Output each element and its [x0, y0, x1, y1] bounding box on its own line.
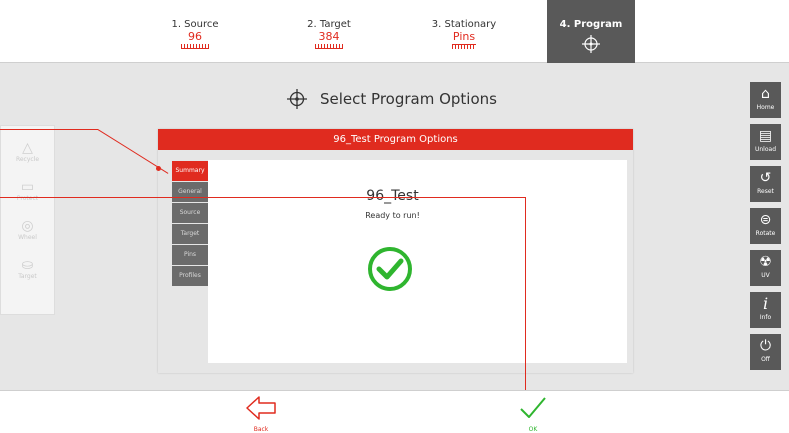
unload-button[interactable]: ▤ Unload	[750, 124, 781, 160]
left-item-label: Recycle	[15, 156, 40, 163]
ready-check-icon	[368, 247, 412, 291]
callout-line	[0, 197, 526, 198]
tab-pins[interactable]: Pins	[172, 245, 208, 265]
program-name: 96_Test	[366, 188, 419, 204]
tab-target[interactable]: Target	[172, 224, 208, 244]
left-item-recycle[interactable]: △ Recycle	[1, 140, 54, 163]
tab-summary[interactable]: Summary	[172, 161, 208, 181]
unload-icon: ▤	[758, 128, 773, 144]
tab-source[interactable]: Source	[172, 203, 208, 223]
tab-general[interactable]: General	[172, 182, 208, 202]
back-button[interactable]: Back	[245, 395, 277, 433]
target-icon: ⛀	[21, 257, 34, 273]
reset-icon: ↺	[759, 170, 772, 186]
pins-icon	[452, 44, 476, 49]
step-target-label: 2. Target	[307, 19, 351, 30]
tab-profiles[interactable]: Profiles	[172, 266, 208, 286]
program-options-dialog: 96_Test Program Options Summary General …	[158, 129, 633, 373]
step-stationary[interactable]: 3. Stationary Pins	[419, 0, 509, 63]
step-bar: 1. Source 96 2. Target 384 3. Stationary…	[0, 0, 789, 63]
step-program[interactable]: 4. Program	[547, 0, 635, 63]
plate-384-icon	[315, 44, 343, 49]
info-label: Info	[759, 314, 772, 321]
reset-label: Reset	[757, 188, 774, 195]
power-icon: ⏻	[759, 338, 772, 354]
crosshair-icon	[582, 35, 600, 53]
wheel-icon: ◎	[21, 218, 34, 234]
rotate-icon: ⊜	[759, 212, 772, 228]
plate-96-icon	[181, 44, 209, 49]
dialog-header: 96_Test Program Options	[158, 129, 633, 150]
home-icon: ⌂	[761, 86, 770, 102]
rotate-label: Rotate	[755, 230, 776, 237]
ready-status: Ready to run!	[365, 211, 420, 220]
step-source-value: 96	[188, 30, 202, 43]
unload-label: Unload	[754, 146, 777, 153]
info-icon: i	[762, 294, 769, 313]
step-source[interactable]: 1. Source 96	[150, 0, 240, 63]
rotate-button[interactable]: ⊜ Rotate	[750, 208, 781, 244]
power-button[interactable]: ⏻ Off	[750, 334, 781, 370]
dialog-body: Summary General Source Target Pins Profi…	[158, 150, 633, 373]
uv-label: UV	[761, 272, 770, 279]
page-title: Select Program Options	[286, 86, 497, 112]
uv-icon: ☢	[759, 254, 772, 270]
power-label: Off	[761, 356, 770, 363]
back-arrow-icon	[246, 396, 276, 420]
recycle-icon: △	[22, 140, 33, 156]
tab-list: Summary General Source Target Pins Profi…	[172, 161, 208, 287]
left-item-protect[interactable]: ▭ Protect	[1, 179, 54, 202]
step-target-value: 384	[318, 30, 340, 43]
callout-line	[0, 129, 98, 130]
left-item-label: Wheel	[18, 234, 37, 241]
callout-dot	[156, 166, 161, 171]
crosshair-icon	[287, 89, 307, 109]
step-target[interactable]: 2. Target 384	[284, 0, 374, 63]
callout-line	[525, 197, 526, 403]
uv-button[interactable]: ☢ UV	[750, 250, 781, 286]
back-label: Back	[253, 426, 269, 433]
reset-button[interactable]: ↺ Reset	[750, 166, 781, 202]
ok-check-icon	[520, 397, 546, 418]
info-button[interactable]: i Info	[750, 292, 781, 328]
left-item-target[interactable]: ⛀ Target	[1, 257, 54, 280]
left-panel: △ Recycle ▭ Protect ◎ Wheel ⛀ Target	[0, 125, 55, 315]
left-item-label: Target	[18, 273, 37, 280]
step-program-label: 4. Program	[559, 19, 623, 30]
protect-icon: ▭	[20, 179, 35, 195]
step-stationary-label: 3. Stationary	[431, 19, 497, 30]
ok-label: OK	[528, 426, 538, 433]
step-stationary-value: Pins	[452, 30, 476, 43]
ok-button[interactable]: OK	[518, 395, 548, 433]
bottom-bar: Back OK	[0, 390, 789, 433]
summary-panel: 96_Test Ready to run!	[208, 160, 627, 363]
home-button[interactable]: ⌂ Home	[750, 82, 781, 118]
page-title-text: Select Program Options	[320, 90, 497, 108]
home-label: Home	[756, 104, 775, 111]
step-source-label: 1. Source	[171, 19, 219, 30]
left-item-wheel[interactable]: ◎ Wheel	[1, 218, 54, 241]
